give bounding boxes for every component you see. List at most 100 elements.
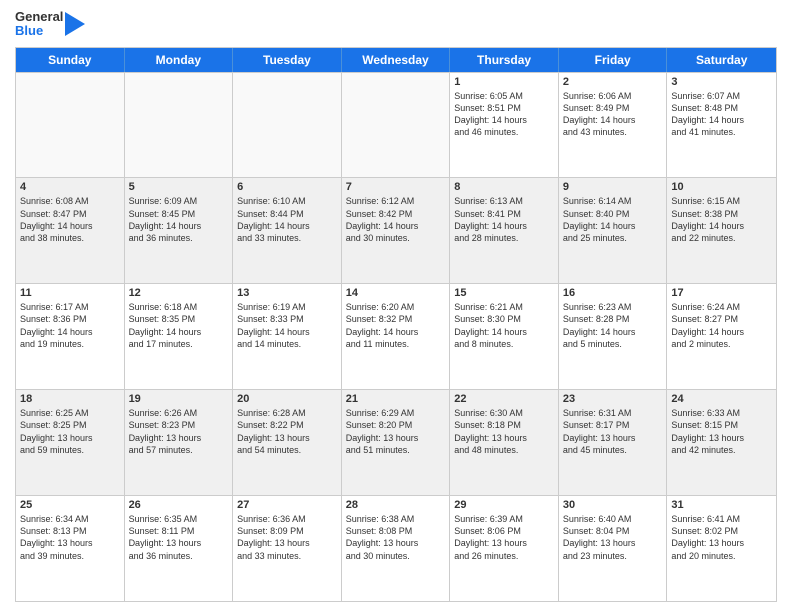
day-cell-16: 16 Sunrise: 6:23 AMSunset: 8:28 PMDayligh… xyxy=(559,284,668,389)
day-cell-21: 21 Sunrise: 6:29 AMSunset: 8:20 PMDayligh… xyxy=(342,390,451,495)
day-info: Sunrise: 6:40 AMSunset: 8:04 PMDaylight:… xyxy=(563,514,636,560)
day-info: Sunrise: 6:18 AMSunset: 8:35 PMDaylight:… xyxy=(129,302,202,348)
calendar-body: 1 Sunrise: 6:05 AMSunset: 8:51 PMDaylight… xyxy=(16,72,776,601)
empty-cell-w0-1 xyxy=(125,73,234,178)
day-info: Sunrise: 6:14 AMSunset: 8:40 PMDaylight:… xyxy=(563,196,636,242)
day-info: Sunrise: 6:29 AMSunset: 8:20 PMDaylight:… xyxy=(346,408,419,454)
day-info: Sunrise: 6:10 AMSunset: 8:44 PMDaylight:… xyxy=(237,196,310,242)
day-info: Sunrise: 6:38 AMSunset: 8:08 PMDaylight:… xyxy=(346,514,419,560)
day-number: 24 xyxy=(671,393,772,405)
day-cell-8: 8 Sunrise: 6:13 AMSunset: 8:41 PMDaylight… xyxy=(450,178,559,283)
day-cell-4: 4Sunrise: 6:08 AMSunset: 8:47 PMDaylight… xyxy=(16,178,125,283)
day-number: 29 xyxy=(454,499,554,511)
header: General Blue xyxy=(15,10,777,39)
day-cell-13: 13Sunrise: 6:19 AMSunset: 8:33 PMDayligh… xyxy=(233,284,342,389)
day-info: Sunrise: 6:36 AMSunset: 8:09 PMDaylight:… xyxy=(237,514,310,560)
day-cell-17: 17Sunrise: 6:24 AMSunset: 8:27 PMDayligh… xyxy=(667,284,776,389)
day-number: 8 xyxy=(454,181,554,193)
page: General Blue SundayMondayTuesdayWednesda… xyxy=(0,0,792,612)
day-number: 9 xyxy=(563,181,663,193)
day-number: 11 xyxy=(20,287,120,299)
day-number: 26 xyxy=(129,499,229,511)
day-number: 19 xyxy=(129,393,229,405)
day-number: 25 xyxy=(20,499,120,511)
day-info: Sunrise: 6:24 AMSunset: 8:27 PMDaylight:… xyxy=(671,302,744,348)
day-info: Sunrise: 6:25 AMSunset: 8:25 PMDaylight:… xyxy=(20,408,93,454)
day-header-friday: Friday xyxy=(559,48,668,72)
day-cell-26: 26 Sunrise: 6:35 AMSunset: 8:11 PMDayligh… xyxy=(125,496,234,601)
day-info: Sunrise: 6:06 AMSunset: 8:49 PMDaylight:… xyxy=(563,91,636,137)
day-info: Sunrise: 6:30 AMSunset: 8:18 PMDaylight:… xyxy=(454,408,527,454)
day-number: 21 xyxy=(346,393,446,405)
empty-cell-w0-3 xyxy=(342,73,451,178)
day-cell-12: 12 Sunrise: 6:18 AMSunset: 8:35 PMDayligh… xyxy=(125,284,234,389)
day-cell-30: 30Sunrise: 6:40 AMSunset: 8:04 PMDayligh… xyxy=(559,496,668,601)
day-info: Sunrise: 6:26 AMSunset: 8:23 PMDaylight:… xyxy=(129,408,202,454)
day-cell-15: 15 Sunrise: 6:21 AMSunset: 8:30 PMDayligh… xyxy=(450,284,559,389)
logo-general: General xyxy=(15,10,63,24)
day-number: 10 xyxy=(671,181,772,193)
day-info: Sunrise: 6:12 AMSunset: 8:42 PMDaylight:… xyxy=(346,196,419,242)
day-cell-9: 9 Sunrise: 6:14 AMSunset: 8:40 PMDaylight… xyxy=(559,178,668,283)
day-header-monday: Monday xyxy=(125,48,234,72)
day-number: 6 xyxy=(237,181,337,193)
day-header-tuesday: Tuesday xyxy=(233,48,342,72)
week-row-3: 11 Sunrise: 6:17 AMSunset: 8:36 PMDayligh… xyxy=(16,283,776,389)
day-cell-5: 5 Sunrise: 6:09 AMSunset: 8:45 PMDaylight… xyxy=(125,178,234,283)
day-cell-3: 3Sunrise: 6:07 AMSunset: 8:48 PMDaylight… xyxy=(667,73,776,178)
day-cell-11: 11 Sunrise: 6:17 AMSunset: 8:36 PMDayligh… xyxy=(16,284,125,389)
day-cell-1: 1 Sunrise: 6:05 AMSunset: 8:51 PMDaylight… xyxy=(450,73,559,178)
day-number: 16 xyxy=(563,287,663,299)
week-row-5: 25 Sunrise: 6:34 AMSunset: 8:13 PMDayligh… xyxy=(16,495,776,601)
day-number: 15 xyxy=(454,287,554,299)
day-header-saturday: Saturday xyxy=(667,48,776,72)
day-cell-23: 23 Sunrise: 6:31 AMSunset: 8:17 PMDayligh… xyxy=(559,390,668,495)
day-info: Sunrise: 6:28 AMSunset: 8:22 PMDaylight:… xyxy=(237,408,310,454)
week-row-4: 18 Sunrise: 6:25 AMSunset: 8:25 PMDayligh… xyxy=(16,389,776,495)
logo: General Blue xyxy=(15,10,85,39)
day-cell-24: 24Sunrise: 6:33 AMSunset: 8:15 PMDayligh… xyxy=(667,390,776,495)
day-cell-27: 27 Sunrise: 6:36 AMSunset: 8:09 PMDayligh… xyxy=(233,496,342,601)
day-info: Sunrise: 6:09 AMSunset: 8:45 PMDaylight:… xyxy=(129,196,202,242)
day-number: 28 xyxy=(346,499,446,511)
day-info: Sunrise: 6:41 AMSunset: 8:02 PMDaylight:… xyxy=(671,514,744,560)
day-number: 1 xyxy=(454,76,554,88)
day-cell-31: 31 Sunrise: 6:41 AMSunset: 8:02 PMDayligh… xyxy=(667,496,776,601)
day-cell-28: 28 Sunrise: 6:38 AMSunset: 8:08 PMDayligh… xyxy=(342,496,451,601)
day-info: Sunrise: 6:35 AMSunset: 8:11 PMDaylight:… xyxy=(129,514,202,560)
day-number: 2 xyxy=(563,76,663,88)
day-info: Sunrise: 6:31 AMSunset: 8:17 PMDaylight:… xyxy=(563,408,636,454)
day-cell-10: 10 Sunrise: 6:15 AMSunset: 8:38 PMDayligh… xyxy=(667,178,776,283)
day-info: Sunrise: 6:13 AMSunset: 8:41 PMDaylight:… xyxy=(454,196,527,242)
day-number: 14 xyxy=(346,287,446,299)
day-cell-22: 22Sunrise: 6:30 AMSunset: 8:18 PMDayligh… xyxy=(450,390,559,495)
logo-blue: Blue xyxy=(15,24,43,38)
week-row-1: 1 Sunrise: 6:05 AMSunset: 8:51 PMDaylight… xyxy=(16,72,776,178)
day-number: 18 xyxy=(20,393,120,405)
day-info: Sunrise: 6:05 AMSunset: 8:51 PMDaylight:… xyxy=(454,91,527,137)
day-cell-25: 25 Sunrise: 6:34 AMSunset: 8:13 PMDayligh… xyxy=(16,496,125,601)
day-header-sunday: Sunday xyxy=(16,48,125,72)
day-number: 27 xyxy=(237,499,337,511)
day-cell-2: 2 Sunrise: 6:06 AMSunset: 8:49 PMDaylight… xyxy=(559,73,668,178)
day-info: Sunrise: 6:23 AMSunset: 8:28 PMDaylight:… xyxy=(563,302,636,348)
day-number: 31 xyxy=(671,499,772,511)
empty-cell-w0-2 xyxy=(233,73,342,178)
day-number: 5 xyxy=(129,181,229,193)
day-number: 13 xyxy=(237,287,337,299)
day-cell-19: 19 Sunrise: 6:26 AMSunset: 8:23 PMDayligh… xyxy=(125,390,234,495)
day-number: 23 xyxy=(563,393,663,405)
day-number: 12 xyxy=(129,287,229,299)
day-cell-20: 20 Sunrise: 6:28 AMSunset: 8:22 PMDayligh… xyxy=(233,390,342,495)
day-cell-7: 7Sunrise: 6:12 AMSunset: 8:42 PMDaylight… xyxy=(342,178,451,283)
day-info: Sunrise: 6:15 AMSunset: 8:38 PMDaylight:… xyxy=(671,196,744,242)
day-info: Sunrise: 6:17 AMSunset: 8:36 PMDaylight:… xyxy=(20,302,93,348)
day-info: Sunrise: 6:21 AMSunset: 8:30 PMDaylight:… xyxy=(454,302,527,348)
day-info: Sunrise: 6:20 AMSunset: 8:32 PMDaylight:… xyxy=(346,302,419,348)
day-info: Sunrise: 6:34 AMSunset: 8:13 PMDaylight:… xyxy=(20,514,93,560)
day-header-wednesday: Wednesday xyxy=(342,48,451,72)
week-row-2: 4Sunrise: 6:08 AMSunset: 8:47 PMDaylight… xyxy=(16,177,776,283)
calendar: SundayMondayTuesdayWednesdayThursdayFrid… xyxy=(15,47,777,602)
day-cell-29: 29Sunrise: 6:39 AMSunset: 8:06 PMDayligh… xyxy=(450,496,559,601)
day-number: 20 xyxy=(237,393,337,405)
